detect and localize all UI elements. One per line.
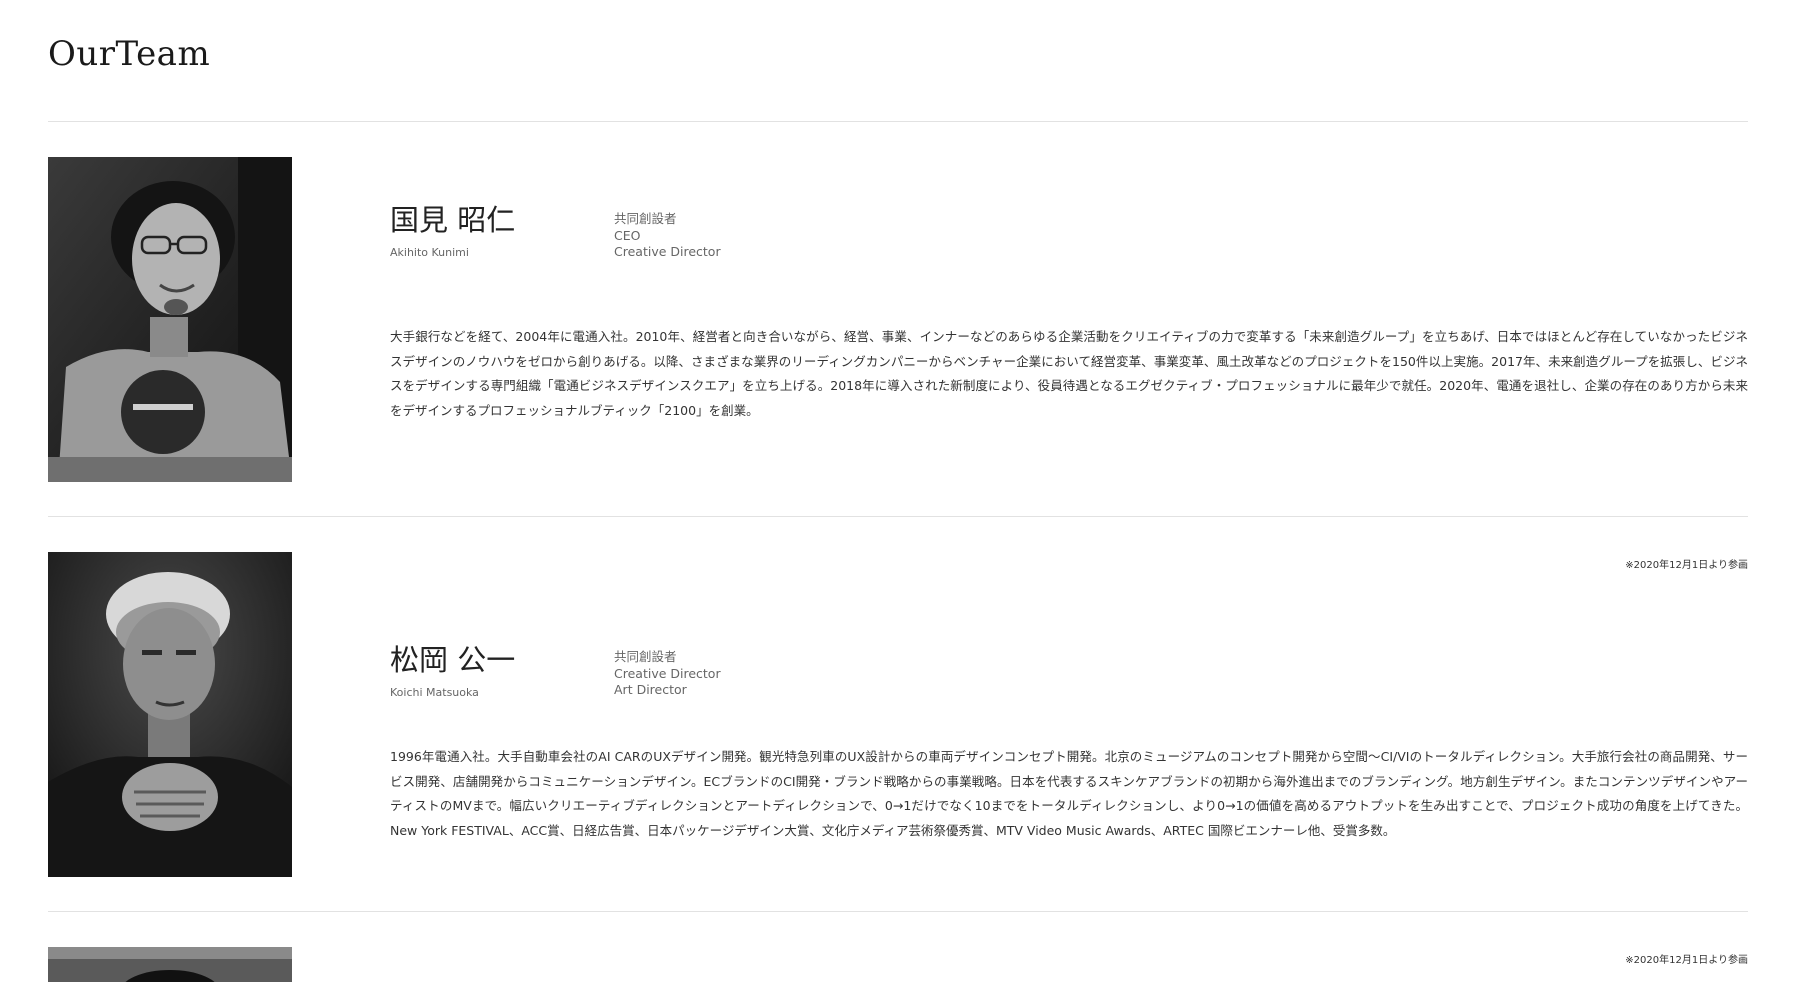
member-roles: 共同創設者 Creative Director Art Director: [614, 649, 721, 699]
join-date-note: ※2020年12月1日より参画: [1625, 955, 1748, 966]
member-bio: 大手銀行などを経て、2004年に電通入社。2010年、経営者と向き合いながら、経…: [390, 329, 1748, 418]
member-name-jp: 松岡 公一: [390, 643, 516, 677]
member-bio: 1996年電通入社。大手自動車会社のAI CARのUXデザイン開発。観光特急列車…: [390, 749, 1748, 838]
member-role: Creative Director: [614, 665, 721, 681]
member-card-matsuoka: ※2020年12月1日より参画 松岡 公一 Koichi Matsuoka 共同…: [48, 552, 1748, 877]
join-date-note: ※2020年12月1日より参画: [1625, 560, 1748, 571]
member-role: 共同創設者: [614, 211, 677, 226]
member-role: 共同創設者: [614, 649, 677, 664]
member-name-en: Koichi Matsuoka: [390, 686, 479, 699]
member-name-block: 国見 昭仁 Akihito Kunimi: [390, 202, 515, 259]
team-page: OurTeam 国見 昭仁 Akihito Kunimi 共同創設者 CEO C…: [0, 0, 1800, 982]
member-name-block: 松岡 公一 Koichi Matsuoka: [390, 642, 515, 699]
page-title: OurTeam: [48, 34, 211, 74]
divider: [48, 121, 1748, 122]
member-role: Art Director: [614, 682, 687, 697]
member-photo: [48, 157, 292, 482]
member-role: Creative Director: [614, 244, 721, 259]
member-card-third: ※2020年12月1日より参画: [48, 947, 1748, 982]
member-role: CEO: [614, 227, 641, 243]
member-name-en: Akihito Kunimi: [390, 246, 469, 259]
member-card-kunimi: 国見 昭仁 Akihito Kunimi 共同創設者 CEO Creative …: [48, 157, 1748, 482]
member-photo: [48, 552, 292, 877]
member-roles: 共同創設者 CEO Creative Director: [614, 211, 721, 261]
portrait-photo-icon: [48, 157, 292, 482]
member-name-jp: 国見 昭仁: [390, 203, 516, 237]
member-photo: [48, 947, 292, 982]
portrait-photo-icon: [48, 552, 292, 877]
divider: [48, 911, 1748, 912]
divider: [48, 516, 1748, 517]
portrait-photo-icon: [48, 947, 292, 982]
